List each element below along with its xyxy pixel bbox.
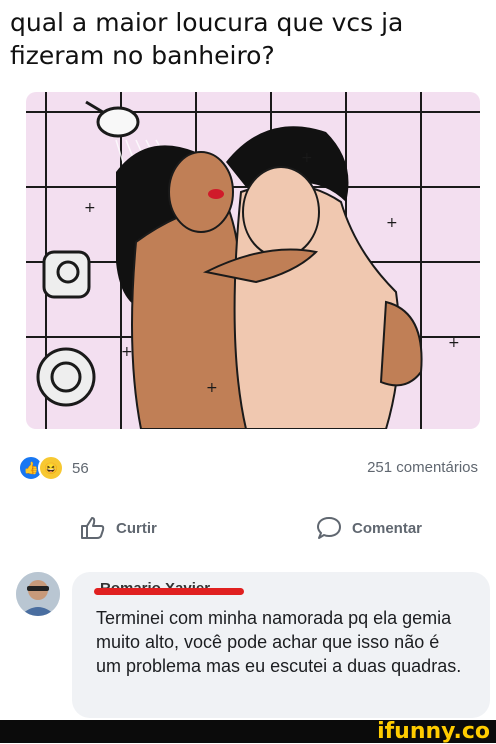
- svg-text:+: +: [84, 200, 96, 216]
- reaction-count: 56: [72, 459, 89, 477]
- comment-bubble: Romario Xavier Terminei com minha namora…: [72, 572, 490, 718]
- comment-text: Terminei com minha namorada pq ela gemia…: [96, 608, 462, 676]
- haha-icon: 😆: [38, 455, 64, 481]
- thumbs-up-icon: [81, 517, 105, 539]
- svg-text:+: +: [121, 344, 133, 360]
- comment-bubble-icon: [317, 517, 341, 539]
- avatar[interactable]: [16, 572, 60, 616]
- svg-text:+: +: [206, 380, 218, 396]
- post-text: qual a maior loucura que vcs ja fizeram …: [10, 8, 404, 70]
- reactions-bar[interactable]: 👍 😆 56: [18, 455, 89, 481]
- comments-count[interactable]: 251 comentários: [367, 459, 478, 476]
- svg-text:+: +: [386, 215, 398, 231]
- user-avatar-icon: [16, 572, 60, 616]
- like-button[interactable]: Curtir: [80, 510, 157, 546]
- comment-button[interactable]: Comentar: [316, 510, 422, 546]
- svg-text:+: +: [301, 150, 313, 166]
- ifunny-watermark: ifunny.co: [377, 719, 490, 744]
- author-redaction: [94, 588, 244, 595]
- post-image[interactable]: + + + + + +: [26, 92, 480, 429]
- shower-couple-illustration: + + + + + +: [26, 92, 480, 429]
- comment-label: Comentar: [352, 519, 423, 537]
- svg-text:+: +: [448, 335, 460, 351]
- watermark-bar: ifunny.co: [0, 719, 496, 744]
- action-bar: Curtir Comentar: [0, 510, 496, 546]
- like-label: Curtir: [116, 519, 157, 537]
